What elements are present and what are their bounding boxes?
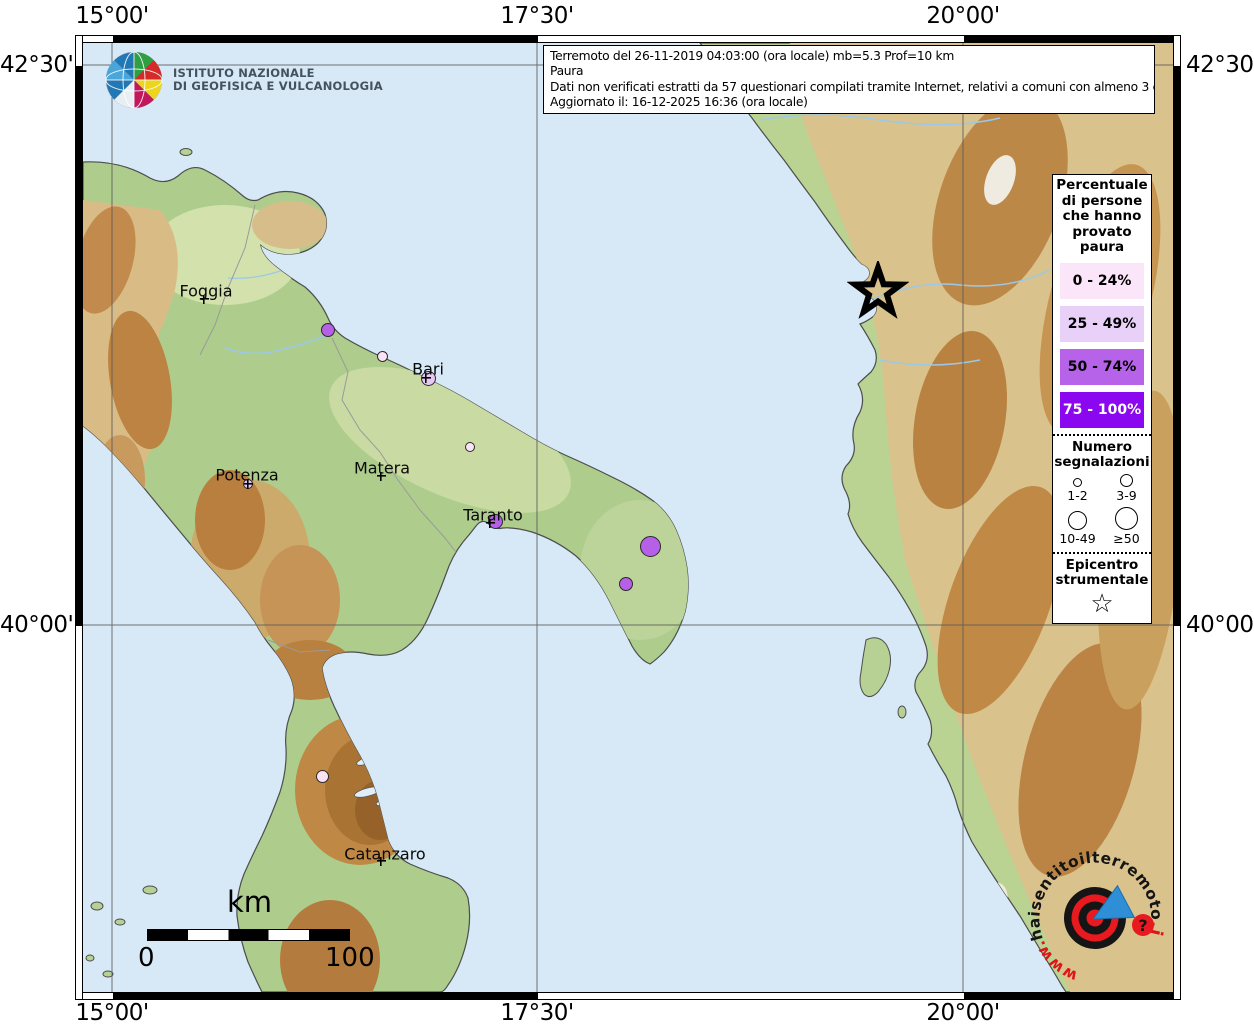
event-title-line: Terremoto del 26-11-2019 04:03:00 (ora l… <box>550 49 1148 64</box>
legend-class-swatch: 25 - 49% <box>1060 306 1144 342</box>
report-count-circle <box>1120 474 1133 487</box>
legend-percent-title: Percentuale di persone che hanno provato… <box>1053 178 1151 256</box>
felt-map-page: { "header": { "ingv_logo": {"line1": "IS… <box>0 0 1254 1024</box>
scale-bar-start-value: 0 <box>138 943 155 973</box>
legend-size-item: 10-49 <box>1053 507 1102 546</box>
event-map-type: Paura <box>550 64 1148 79</box>
legend-class-swatch: 0 - 24% <box>1060 263 1144 299</box>
legend-size-item: 3-9 <box>1102 474 1151 503</box>
report-count-label: 3-9 <box>1116 489 1136 503</box>
lon-label-top-15: 15°00' <box>75 3 148 29</box>
map-frame-top <box>75 35 1181 43</box>
legend-percent-classes: 0 - 24% 25 - 49% 50 - 74% 75 - 100% <box>1053 263 1151 428</box>
ingv-wordmark: ISTITUTO NAZIONALE DI GEOFISICA E VULCAN… <box>173 67 383 93</box>
map-frame-left <box>75 35 83 1000</box>
report-count-label: 1-2 <box>1067 489 1087 503</box>
ingv-name-line2: DI GEOFISICA E VULCANOLOGIA <box>173 80 383 93</box>
legend-report-sizes: 1-2 3-9 10-49 ≥50 <box>1053 474 1151 546</box>
scale-bar-end-value: 100 <box>325 943 375 973</box>
report-count-label: ≥50 <box>1113 532 1139 546</box>
ingv-globe-icon <box>104 49 164 111</box>
lat-label-right-42-30: 42°30' <box>1186 52 1254 78</box>
lat-label-left-40: 40°00' <box>0 612 72 638</box>
report-count-circle <box>1073 478 1082 487</box>
ingv-logo: ISTITUTO NAZIONALE DI GEOFISICA E VULCAN… <box>104 49 383 111</box>
small-island <box>86 955 94 961</box>
scale-bar-unit: km <box>227 885 272 919</box>
report-count-circle <box>1115 507 1138 530</box>
small-island <box>143 886 157 894</box>
legend-size-item: 1-2 <box>1053 474 1102 503</box>
legend-reports-title: Numero segnalazioni <box>1053 440 1151 471</box>
small-island <box>180 149 192 156</box>
lat-label-left-42-30: 42°30' <box>0 52 72 78</box>
legend-class-swatch: 50 - 74% <box>1060 349 1144 385</box>
scale-bar-segments <box>147 929 350 941</box>
small-island <box>898 706 906 718</box>
report-count-label: 10-49 <box>1059 532 1095 546</box>
legend-size-item: ≥50 <box>1102 507 1151 546</box>
lat-label-right-40: 40°00' <box>1186 612 1254 638</box>
map-frame-bottom <box>75 992 1181 1000</box>
lon-label-top-17-30: 17°30' <box>500 3 573 29</box>
map-legend: Percentuale di persone che hanno provato… <box>1052 174 1152 624</box>
lon-label-bottom-17-30: 17°30' <box>500 1000 573 1026</box>
lon-label-bottom-20: 20°00' <box>926 1000 999 1026</box>
small-island <box>115 919 125 925</box>
watermark-question-mark: ? <box>1138 916 1147 935</box>
legend-epicenter-title: Epicentro strumentale <box>1053 558 1151 589</box>
small-island <box>91 902 103 910</box>
event-title-box: Terremoto del 26-11-2019 04:03:00 (ora l… <box>543 45 1155 114</box>
legend-class-swatch: 75 - 100% <box>1060 392 1144 428</box>
legend-divider <box>1053 552 1151 554</box>
lon-label-bottom-15: 15°00' <box>75 1000 148 1026</box>
report-count-circle <box>1068 511 1087 530</box>
legend-divider <box>1053 434 1151 436</box>
instrumental-epicenter-star <box>847 261 909 323</box>
map-frame-right <box>1173 35 1181 1000</box>
event-data-note: Dati non verificati estratti da 57 quest… <box>550 80 1148 95</box>
lon-label-top-20: 20°00' <box>926 3 999 29</box>
epicenter-star-symbol: ☆ <box>1053 591 1151 617</box>
event-updated-at: Aggiornato il: 16-12-2025 16:36 (ora loc… <box>550 95 1148 110</box>
